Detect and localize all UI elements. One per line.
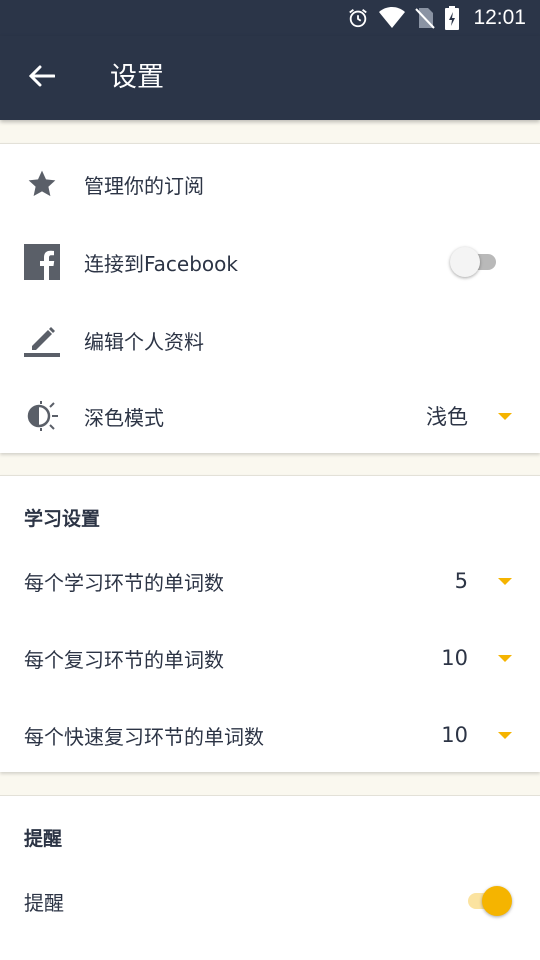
app-toolbar: 设置: [0, 36, 540, 120]
learning-section-title: 学习设置: [24, 508, 101, 530]
learn-words-count-item[interactable]: 每个学习环节的单词数 5: [0, 542, 540, 620]
status-icons: 12:01: [347, 0, 526, 36]
learn-words-count-value: 5: [454, 569, 468, 593]
dropdown-caret-icon: [498, 577, 512, 585]
reminder-section-title: 提醒: [24, 828, 63, 850]
facebook-icon: [24, 244, 60, 280]
dark-mode-value: 浅色: [426, 405, 468, 429]
manage-subscription-item[interactable]: 管理你的订阅: [0, 144, 540, 224]
facebook-toggle[interactable]: [450, 247, 500, 277]
review-words-count-value: 10: [441, 646, 468, 670]
no-sim-icon: [415, 7, 436, 29]
dropdown-caret-icon: [498, 412, 512, 420]
dark-mode-icon: [24, 398, 60, 434]
dropdown-caret-icon: [498, 731, 512, 739]
status-bar: 12:01: [0, 0, 540, 36]
account-settings-card: 管理你的订阅 连接到Facebook 编辑个人资料 深色模式 浅色: [0, 143, 540, 453]
reminder-toggle[interactable]: [462, 886, 512, 916]
edit-profile-label: 编辑个人资料: [84, 329, 204, 354]
back-button[interactable]: [20, 56, 64, 100]
review-words-count-item[interactable]: 每个复习环节的单词数 10: [0, 619, 540, 697]
learn-words-count-label: 每个学习环节的单词数: [24, 570, 224, 595]
connect-facebook-label: 连接到Facebook: [84, 251, 238, 276]
speed-review-words-count-value: 10: [441, 723, 468, 747]
arrow-left-icon: [28, 65, 56, 91]
manage-subscription-label: 管理你的订阅: [84, 173, 204, 198]
reminder-item[interactable]: 提醒: [0, 864, 540, 938]
dark-mode-item[interactable]: 深色模式 浅色: [0, 376, 540, 456]
battery-charging-icon: [445, 6, 460, 30]
toggle-thumb: [482, 886, 512, 916]
reminder-label: 提醒: [24, 890, 64, 915]
edit-pencil-icon: [24, 322, 60, 358]
speed-review-words-count-item[interactable]: 每个快速复习环节的单词数 10: [0, 696, 540, 774]
edit-profile-item[interactable]: 编辑个人资料: [0, 300, 540, 380]
review-words-count-label: 每个复习环节的单词数: [24, 647, 224, 672]
speed-review-words-count-label: 每个快速复习环节的单词数: [24, 724, 264, 749]
connect-facebook-item[interactable]: 连接到Facebook: [0, 222, 540, 302]
page-title: 设置: [110, 62, 164, 93]
toggle-thumb: [450, 247, 480, 277]
dropdown-caret-icon: [498, 654, 512, 662]
learning-settings-card: 学习设置 每个学习环节的单词数 5 每个复习环节的单词数 10 每个快速复习环节…: [0, 475, 540, 772]
status-clock: 12:01: [473, 6, 526, 29]
star-icon: [24, 166, 60, 202]
alarm-icon: [347, 7, 369, 29]
dark-mode-label: 深色模式: [84, 405, 164, 430]
wifi-icon: [379, 7, 406, 29]
reminder-settings-card: 提醒 提醒: [0, 795, 540, 960]
